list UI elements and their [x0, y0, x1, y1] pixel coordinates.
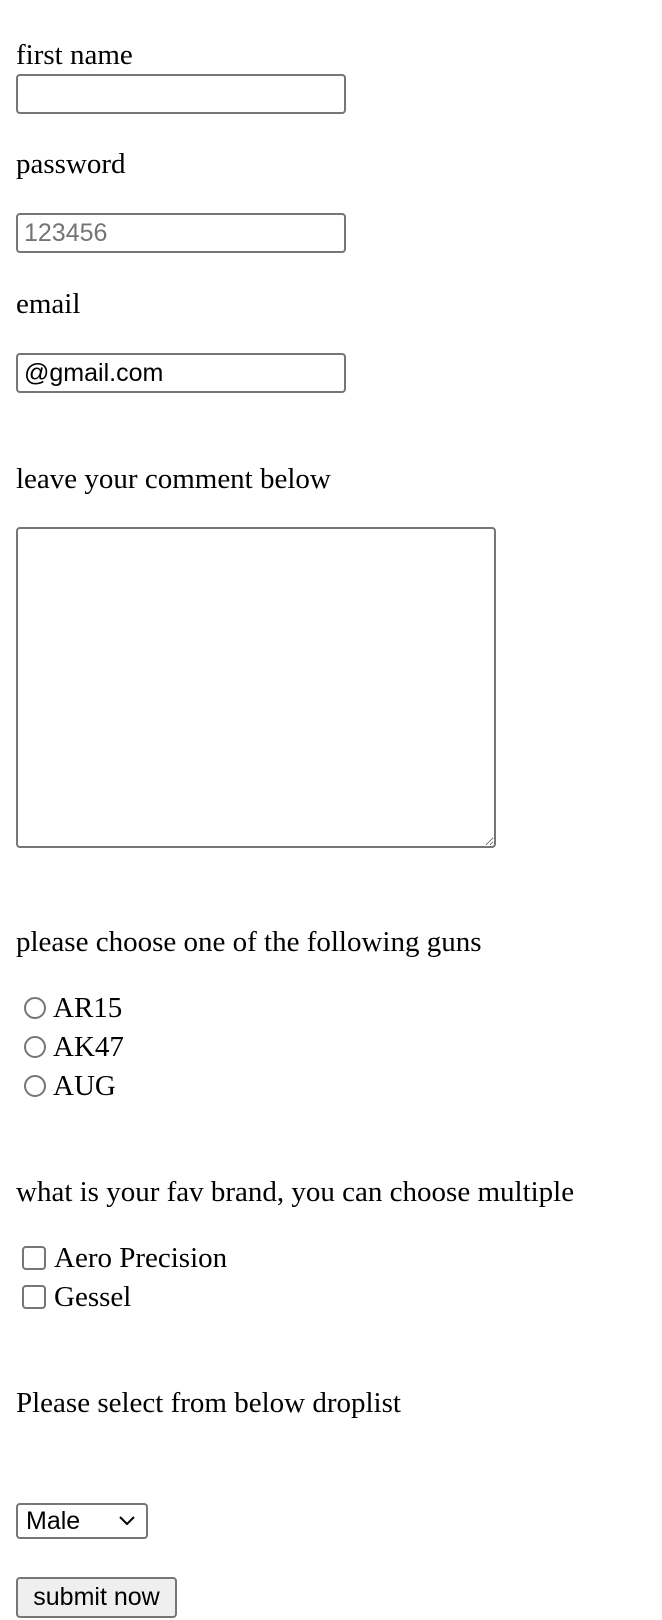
password-label: password [16, 148, 126, 180]
comment-label: leave your comment below [16, 463, 331, 495]
ak47-radio[interactable] [24, 1036, 46, 1058]
brand-option-aero-precision[interactable]: Aero Precision [22, 1240, 227, 1276]
aug-radio[interactable] [24, 1075, 46, 1097]
ak47-label: AK47 [53, 1031, 124, 1063]
brand-option-gessel[interactable]: Gessel [22, 1279, 131, 1315]
gender-select[interactable]: Male [16, 1503, 148, 1539]
guns-question-label: please choose one of the following guns [16, 926, 482, 958]
first-name-label: first name [16, 39, 133, 71]
gessel-label: Gessel [54, 1281, 132, 1313]
aug-label: AUG [53, 1070, 116, 1102]
gun-option-ak47[interactable]: AK47 [24, 1029, 124, 1065]
submit-button[interactable]: submit now [16, 1577, 177, 1618]
gun-option-aug[interactable]: AUG [24, 1068, 116, 1104]
ar15-radio[interactable] [24, 997, 46, 1019]
gessel-checkbox[interactable] [22, 1285, 46, 1309]
aero-precision-label: Aero Precision [54, 1242, 228, 1274]
brands-question-label: what is your fav brand, you can choose m… [16, 1176, 575, 1208]
gun-option-ar15[interactable]: AR15 [24, 990, 122, 1026]
first-name-input[interactable] [16, 74, 346, 114]
droplist-label: Please select from below droplist [16, 1387, 401, 1419]
email-input[interactable] [16, 353, 346, 393]
chevron-down-icon [119, 1516, 135, 1526]
comment-textarea[interactable] [16, 527, 496, 848]
email-label: email [16, 288, 81, 320]
password-input[interactable] [16, 213, 346, 253]
gender-select-value: Male [26, 1506, 81, 1535]
ar15-label: AR15 [53, 992, 123, 1024]
aero-precision-checkbox[interactable] [22, 1246, 46, 1270]
